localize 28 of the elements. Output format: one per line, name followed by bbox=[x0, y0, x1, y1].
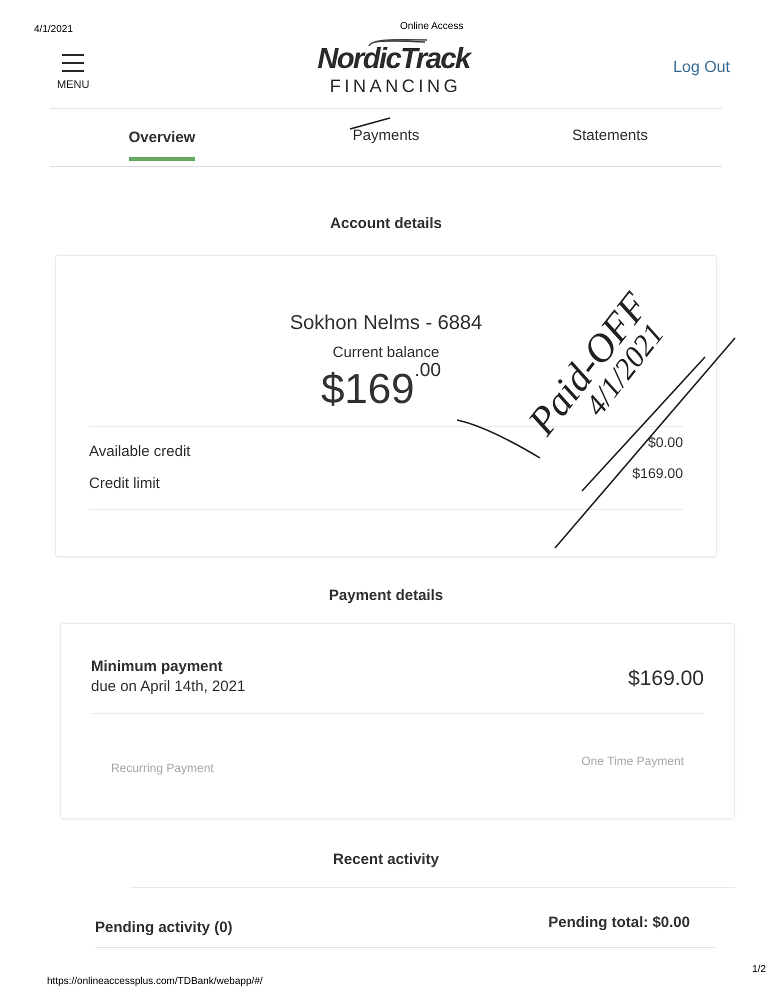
tab[interactable]: Payments bbox=[352, 119, 420, 159]
detail-label: Available credit bbox=[89, 442, 190, 462]
menu-icon bbox=[61, 53, 86, 73]
tab[interactable]: Overview bbox=[128, 121, 196, 161]
menu-button[interactable]: MENU bbox=[57, 53, 90, 91]
account-name: Sokhon Nelms - 6884 bbox=[290, 311, 482, 335]
pending-activity: Pending activity (0) bbox=[95, 919, 233, 937]
print-page-number: 1/2 bbox=[752, 964, 766, 976]
detail-value: $169.00 bbox=[632, 464, 683, 482]
print-url: https://onlineaccessplus.com/TDBank/webapp/#/ bbox=[47, 976, 263, 988]
logo-swoosh-icon bbox=[366, 38, 428, 46]
payment-label: Minimum payment bbox=[91, 657, 224, 677]
logout-link[interactable]: Log Out bbox=[673, 56, 730, 80]
section-heading: Recent activity bbox=[333, 851, 439, 869]
section-heading: Account details bbox=[330, 215, 442, 233]
pending-total: Pending total: $0.00 bbox=[548, 914, 690, 932]
detail-label: Credit limit bbox=[89, 474, 161, 494]
payment-amount: $169.00 bbox=[628, 666, 704, 692]
print-page-title: Online Access bbox=[400, 21, 464, 33]
due-date: due on April 14th, 2021 bbox=[91, 677, 246, 697]
pen-stroke bbox=[350, 117, 390, 130]
logo-subtitle: FINANCING bbox=[330, 74, 462, 96]
detail-value: $0.00 bbox=[648, 433, 683, 451]
logo-brand: NordicTrack bbox=[317, 42, 470, 74]
section-heading: Payment details bbox=[328, 587, 444, 605]
print-date: 4/1/2021 bbox=[34, 24, 73, 36]
tab[interactable]: Statements bbox=[572, 119, 648, 159]
balance-label: Current balance bbox=[332, 344, 440, 362]
